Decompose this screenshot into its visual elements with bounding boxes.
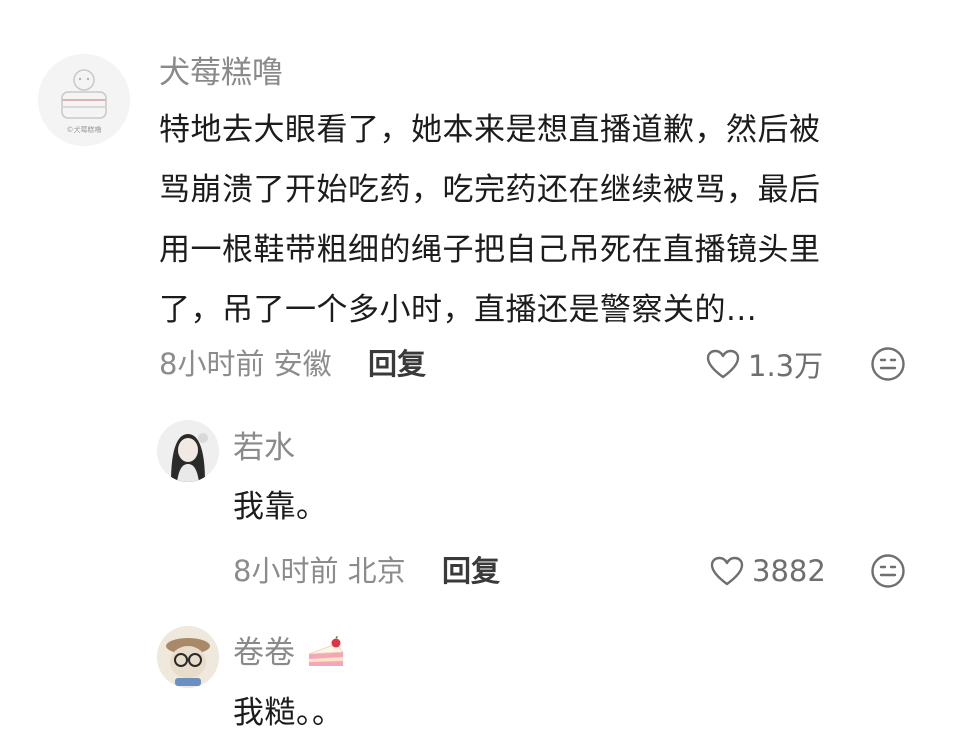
cake-emoji-icon	[308, 636, 344, 666]
like-button[interactable]: 3882	[710, 551, 826, 591]
comment-text: 我糙。。	[233, 683, 344, 743]
comment-text-line: 特地去大眼看了，她本来是想直播道歉，然后被	[159, 112, 821, 148]
heart-icon	[706, 349, 740, 379]
avatar[interactable]	[157, 420, 219, 482]
like-button[interactable]: 1.3万	[706, 344, 823, 384]
comment-meta: 8小时前 安徽	[159, 347, 332, 381]
comment-text: 我靠。	[233, 477, 328, 537]
comment-text-line: 用一根鞋带粗细的绳子把自己吊死在直播镜头里	[159, 232, 821, 268]
like-count: 3882	[752, 554, 826, 588]
username[interactable]: 卷卷	[233, 633, 295, 673]
username[interactable]: 犬莓糕噜	[159, 53, 283, 93]
emoji-icon[interactable]	[870, 553, 906, 589]
avatar[interactable]	[157, 626, 219, 688]
avatar-watermark: ©犬莓糕噜	[67, 125, 102, 134]
avatar[interactable]: ©犬莓糕噜	[38, 54, 130, 146]
reply-button[interactable]: 回复	[368, 344, 426, 384]
username[interactable]: 若水	[233, 428, 295, 468]
comment-text-line: 我糙。。	[233, 695, 344, 731]
heart-icon	[710, 556, 744, 586]
emoji-icon[interactable]	[870, 346, 906, 382]
comment-text-line: 我靠。	[233, 489, 328, 525]
comment-text-line: 骂崩溃了开始吃药，吃完药还在继续被骂，最后	[159, 172, 821, 208]
reply-button[interactable]: 回复	[442, 551, 500, 591]
comment-meta: 8小时前 北京	[233, 554, 406, 588]
like-count: 1.3万	[748, 349, 824, 383]
comment-text: 特地去大眼看了，她本来是想直播道歉，然后被 骂崩溃了开始吃药，吃完药还在继续被骂…	[159, 100, 821, 340]
comment-text-line: 了，吊了一个多小时，直播还是警察关的...	[159, 292, 758, 328]
